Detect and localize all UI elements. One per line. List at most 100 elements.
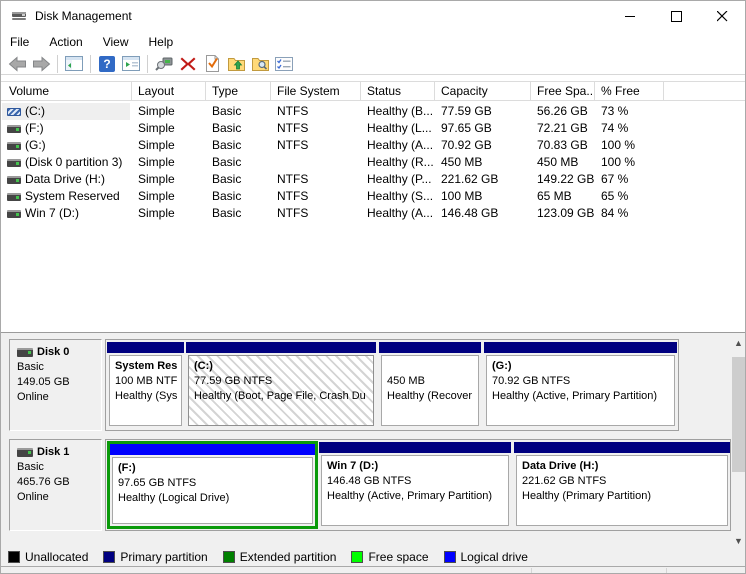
cell-free-space: 72.21 GB [537, 121, 588, 135]
cell-type: Basic [212, 172, 242, 186]
partition-c-selected[interactable]: (C:) 77.59 GB NTFS Healthy (Boot, Page F… [186, 342, 376, 428]
status-bar [1, 566, 745, 573]
legend-item-unallocated: Unallocated [8, 550, 88, 564]
scrollbar-thumb[interactable] [732, 357, 745, 472]
toolbar-separator [147, 54, 148, 73]
cell-capacity: 97.65 GB [441, 121, 492, 135]
disk-management-window: Disk Management File Action View Help ? … [0, 0, 746, 574]
volume-icon [7, 159, 21, 167]
volume-name: (Disk 0 partition 3) [25, 155, 123, 169]
partition-data-drive-h[interactable]: Data Drive (H:) 221.62 GB NTFS Healthy (… [514, 442, 730, 528]
partition-type-legend: Unallocated Primary partition Extended p… [1, 548, 745, 566]
checklist-icon [275, 56, 293, 71]
scroll-down-arrow-icon[interactable]: ▼ [731, 533, 745, 548]
cell-status: Healthy (P... [367, 172, 432, 186]
vertical-scrollbar[interactable]: ▲ ▼ [731, 335, 745, 548]
cell-type: Basic [212, 189, 242, 203]
cell-status: Healthy (L... [367, 121, 432, 135]
forward-button[interactable] [29, 53, 53, 74]
volume-name: Data Drive (H:) [25, 172, 106, 186]
disk-name: Disk 0 [37, 346, 70, 358]
mark-partition-button[interactable] [200, 53, 224, 74]
column-header-capacity[interactable]: Capacity [435, 82, 531, 100]
partition-system-reserved[interactable]: System Res 100 MB NTF Healthy (Sys [107, 342, 184, 428]
column-header-type[interactable]: Type [206, 82, 271, 100]
partition-status: Healthy (Recover [387, 390, 472, 402]
column-header-status[interactable]: Status [361, 82, 435, 100]
partition-name: Win 7 (D:) [327, 460, 379, 472]
cell-status: Healthy (B... [367, 104, 434, 118]
partition-type-bar [110, 444, 315, 455]
disk0-partitions: System Res 100 MB NTF Healthy (Sys (C:) … [105, 339, 679, 431]
partition-status: Healthy (Active, Primary Partition) [492, 390, 658, 402]
cell-pct-free: 100 % [601, 138, 636, 152]
cell-file-system: NTFS [277, 172, 309, 186]
device-view-button[interactable] [152, 53, 176, 74]
status-bar-divider [531, 568, 532, 573]
partition-status: Healthy (Primary Partition) [522, 490, 651, 502]
volume-row-c[interactable]: (C:) Simple Basic NTFS Healthy (B... 77.… [1, 103, 745, 120]
legend-swatch [103, 551, 116, 563]
partition-status: Healthy (Sys [115, 390, 178, 402]
column-header-filler [664, 82, 745, 100]
partition-name: Data Drive (H:) [522, 460, 599, 472]
maximize-button[interactable] [653, 1, 699, 31]
cell-type: Basic [212, 121, 242, 135]
volume-table-header: Volume Layout Type File System Status Ca… [1, 81, 745, 101]
disk1-label[interactable]: Disk 1 Basic 465.76 GB Online [9, 439, 102, 531]
menu-view[interactable]: View [93, 32, 139, 52]
disk-name: Disk 1 [37, 446, 70, 458]
volume-row-data-drive-h[interactable]: Data Drive (H:) Simple Basic NTFS Health… [1, 171, 745, 188]
cell-file-system: NTFS [277, 138, 309, 152]
help-button[interactable]: ? [95, 53, 119, 74]
volume-row-system-reserved[interactable]: System Reserved Simple Basic NTFS Health… [1, 188, 745, 205]
volume-row-win7-d[interactable]: Win 7 (D:) Simple Basic NTFS Healthy (A.… [1, 205, 745, 222]
menu-help[interactable]: Help [139, 32, 184, 52]
cell-file-system: NTFS [277, 121, 309, 135]
column-header-file-system[interactable]: File System [271, 82, 361, 100]
volume-row-disk0-partition3[interactable]: (Disk 0 partition 3) Simple Basic Health… [1, 154, 745, 171]
delete-volume-button[interactable] [176, 53, 200, 74]
column-header-free-space[interactable]: Free Spa... [531, 82, 595, 100]
partition-win7-d[interactable]: Win 7 (D:) 146.48 GB NTFS Healthy (Activ… [319, 442, 511, 528]
explore-button[interactable] [248, 53, 272, 74]
show-console-tree-button[interactable] [62, 53, 86, 74]
partition-g[interactable]: (G:) 70.92 GB NTFS Healthy (Active, Prim… [484, 342, 677, 428]
legend-swatch [8, 551, 20, 563]
document-check-icon [205, 55, 219, 72]
back-button[interactable] [5, 53, 29, 74]
open-button[interactable] [224, 53, 248, 74]
column-header-layout[interactable]: Layout [132, 82, 206, 100]
cell-free-space: 149.22 GB [537, 172, 595, 186]
column-header-pct-free[interactable]: % Free [595, 82, 664, 100]
column-header-volume[interactable]: Volume [3, 82, 132, 100]
action-pane-icon [122, 56, 140, 71]
disk0-label[interactable]: Disk 0 Basic 149.05 GB Online [9, 339, 102, 431]
menu-file[interactable]: File [1, 32, 39, 52]
cell-type: Basic [212, 155, 242, 169]
volume-icon [7, 193, 21, 201]
volume-row-g[interactable]: (G:) Simple Basic NTFS Healthy (A... 70.… [1, 137, 745, 154]
cell-type: Basic [212, 104, 242, 118]
disk-management-app-icon [12, 12, 26, 20]
disk-type: Basic [17, 461, 44, 473]
partition-size: 97.65 GB NTFS [118, 477, 197, 489]
show-action-pane-button[interactable] [119, 53, 143, 74]
device-view-icon [154, 57, 172, 71]
minimize-button[interactable] [607, 1, 653, 31]
partition-recovery[interactable]: 450 MB Healthy (Recover [379, 342, 481, 428]
toolbar-separator [57, 54, 58, 73]
menu-action[interactable]: Action [39, 32, 92, 52]
partition-size: 221.62 GB NTFS [522, 475, 607, 487]
close-button[interactable] [699, 1, 745, 31]
scroll-up-arrow-icon[interactable]: ▲ [731, 335, 745, 350]
partition-f-logical[interactable]: (F:) 97.65 GB NTFS Healthy (Logical Driv… [107, 441, 318, 529]
partition-size: 146.48 GB NTFS [327, 475, 412, 487]
help-icon: ? [99, 55, 115, 72]
minimize-icon [624, 15, 635, 17]
toolbar: ? [1, 53, 745, 75]
volume-row-f[interactable]: (F:) Simple Basic NTFS Healthy (L... 97.… [1, 120, 745, 137]
cell-pct-free: 65 % [601, 189, 629, 203]
volume-name: System Reserved [25, 189, 120, 203]
customize-view-button[interactable] [272, 53, 296, 74]
